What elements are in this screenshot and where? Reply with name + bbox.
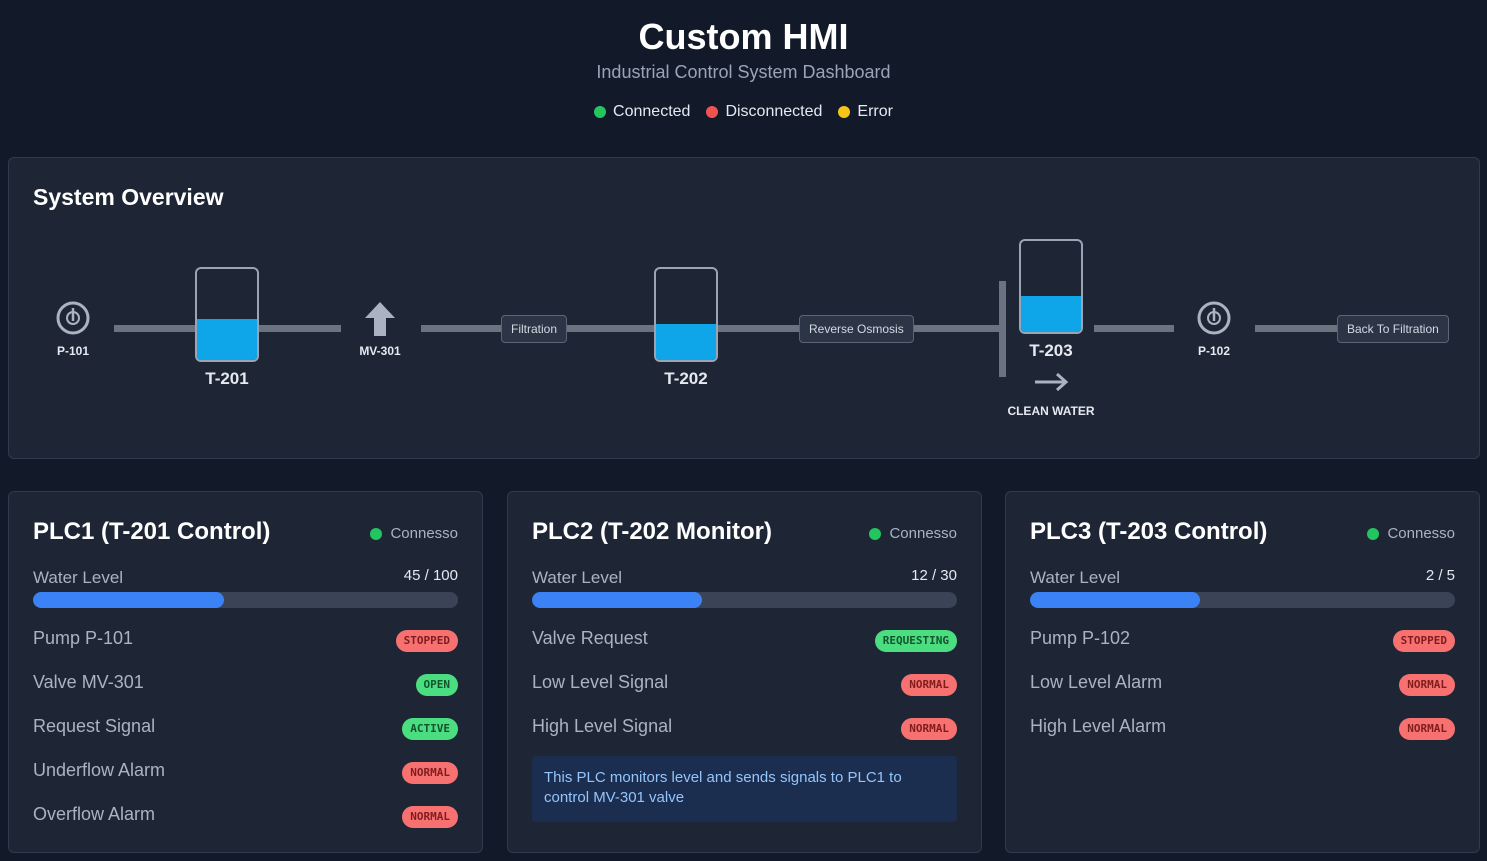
plc2-row-high-level-label: High Level Signal (532, 716, 673, 736)
status-dot-icon (869, 527, 882, 540)
process-filtration[interactable]: Filtration (501, 315, 568, 343)
status-badge: STOPPED (1392, 630, 1455, 652)
plc1-row-underflow: Underflow Alarm NORMAL (33, 759, 458, 785)
status-badge: NORMAL (901, 674, 957, 696)
page-subtitle: Industrial Control System Dashboard (596, 62, 891, 82)
plc3-water-level-fill (1030, 592, 1200, 608)
plc2-row-high-level: High Level Signal NORMAL (532, 715, 957, 741)
pipe-t203-vertical (999, 281, 1006, 377)
arrow-up-icon[interactable] (364, 300, 396, 338)
plc1-row-request: Request Signal ACTIVE (33, 715, 458, 741)
plc1-water-level-value: 45 / 100 (403, 567, 458, 584)
status-badge: NORMAL (402, 806, 458, 828)
plc3-water-level-bar (1030, 592, 1455, 608)
plc2-row-valve-request-label: Valve Request (532, 628, 648, 648)
plc1-row-underflow-label: Underflow Alarm (33, 760, 166, 780)
plc2-water-level-value: 12 / 30 (911, 567, 957, 584)
system-overview-title: System Overview (33, 184, 224, 210)
disconnected-dot-icon (706, 106, 719, 118)
plc3-title: PLC3 (T-203 Control) (1030, 518, 1268, 545)
pipe-p102-return (1255, 325, 1345, 332)
status-badge: OPEN (415, 674, 458, 696)
status-badge: STOPPED (395, 630, 458, 652)
connected-dot-icon (594, 106, 607, 118)
tank-t201[interactable] (195, 267, 259, 362)
plc3-row-pump: Pump P-102 STOPPED (1030, 627, 1455, 653)
tank-t202-label: T-202 (664, 369, 708, 388)
plc1-row-valve: Valve MV-301 OPEN (33, 671, 458, 697)
plc3-row-high-alarm-label: High Level Alarm (1030, 716, 1167, 736)
plc3-panel: PLC3 (T-203 Control) Connesso Water Leve… (1005, 491, 1480, 853)
plc1-row-pump: Pump P-101 STOPPED (33, 627, 458, 653)
plc1-panel: PLC1 (T-201 Control) Connesso Water Leve… (8, 491, 483, 853)
plc1-status: Connesso (370, 525, 458, 542)
plc1-water-level-label: Water Level (33, 568, 124, 587)
plc1-row-overflow: Overflow Alarm NORMAL (33, 803, 458, 829)
plc1-row-valve-label: Valve MV-301 (33, 672, 144, 692)
legend-connected: Connected (594, 103, 690, 121)
plc3-row-pump-label: Pump P-102 (1030, 628, 1131, 648)
process-reverse-osmosis[interactable]: Reverse Osmosis (799, 315, 914, 343)
plc2-water-level-fill (532, 592, 702, 608)
plc3-row-low-alarm-label: Low Level Alarm (1030, 672, 1163, 692)
process-back-to-filtration[interactable]: Back To Filtration (1337, 315, 1449, 343)
plc3-row-low-alarm: Low Level Alarm NORMAL (1030, 671, 1455, 697)
legend-disconnected-label: Disconnected (725, 103, 823, 120)
plc2-row-valve-request: Valve Request REQUESTING (532, 627, 957, 653)
status-badge: NORMAL (901, 718, 957, 740)
plc3-row-high-alarm: High Level Alarm NORMAL (1030, 715, 1455, 741)
plc2-row-low-level: Low Level Signal NORMAL (532, 671, 957, 697)
arrow-right-icon (1035, 372, 1069, 392)
plc3-water-level-label: Water Level (1030, 568, 1121, 587)
legend-error: Error (838, 103, 893, 121)
plc2-info-box: This PLC monitors level and sends signal… (532, 756, 957, 822)
plc3-water-level-value: 2 / 5 (1425, 567, 1455, 584)
plc1-row-request-label: Request Signal (33, 716, 156, 736)
plc2-panel: PLC2 (T-202 Monitor) Connesso Water Leve… (507, 491, 982, 853)
error-dot-icon (838, 106, 851, 118)
pump-icon[interactable] (56, 301, 90, 335)
plc1-row-pump-label: Pump P-101 (33, 628, 134, 648)
tank-t203[interactable] (1019, 239, 1083, 334)
status-badge: NORMAL (1399, 718, 1455, 740)
clean-water-label: CLEAN WATER (1007, 404, 1095, 418)
status-badge: NORMAL (402, 762, 458, 784)
plc3-status-label: Connesso (1387, 525, 1455, 542)
plc1-status-label: Connesso (390, 525, 458, 542)
status-dot-icon (370, 527, 383, 540)
pump-p101-label: P-101 (56, 344, 90, 358)
plc1-row-overflow-label: Overflow Alarm (33, 804, 156, 824)
legend-error-label: Error (857, 103, 893, 120)
pipe-mv301-t202 (421, 325, 835, 332)
system-overview-panel: System Overview P-101 T-201 MV-301 Filtr… (8, 157, 1480, 459)
tank-t201-fill (197, 319, 257, 360)
pump-icon[interactable] (1197, 301, 1231, 335)
plc1-water-level-bar (33, 592, 458, 608)
tank-t203-label: T-203 (1029, 341, 1073, 360)
tank-t202[interactable] (654, 267, 718, 362)
tank-t201-label: T-201 (205, 369, 249, 388)
status-badge: REQUESTING (874, 630, 957, 652)
plc2-status: Connesso (869, 525, 957, 542)
status-badge: NORMAL (1399, 674, 1455, 696)
legend-connected-label: Connected (613, 103, 691, 120)
plc1-water-level-fill (33, 592, 225, 608)
legend-disconnected: Disconnected (706, 103, 822, 121)
plc2-row-low-level-label: Low Level Signal (532, 672, 669, 692)
plc2-title: PLC2 (T-202 Monitor) (532, 518, 773, 545)
plc2-water-level-label: Water Level (532, 568, 623, 587)
pipe-t203-p102 (1094, 325, 1174, 332)
plc2-water-level-bar (532, 592, 957, 608)
plc3-status: Connesso (1367, 525, 1455, 542)
status-badge: ACTIVE (402, 718, 458, 740)
status-legend: Connected Disconnected Error (0, 103, 1487, 121)
page-title: Custom HMI (638, 16, 849, 57)
plc1-title: PLC1 (T-201 Control) (33, 518, 271, 545)
status-dot-icon (1367, 527, 1380, 540)
tank-t202-fill (656, 323, 716, 360)
tank-t203-fill (1021, 295, 1081, 332)
plc2-status-label: Connesso (889, 525, 957, 542)
pump-p102-label: P-102 (1197, 344, 1231, 358)
valve-mv301-label: MV-301 (359, 344, 401, 358)
